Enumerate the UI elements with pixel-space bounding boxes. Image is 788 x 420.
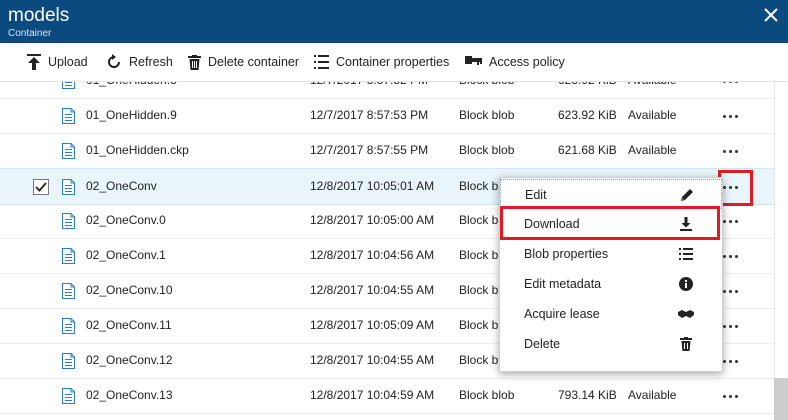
menu-item-blob-properties[interactable]: Blob properties [500, 239, 722, 269]
container-properties-label: Container properties [336, 55, 450, 69]
table-row[interactable]: 02_OneConv.13 12/8/2017 10:04:59 AM Bloc… [0, 378, 774, 414]
trash-icon [188, 54, 201, 70]
blob-modified: 12/7/2017 8:57:52 PM [310, 82, 450, 98]
handshake-icon [678, 310, 694, 318]
list-icon [679, 248, 693, 260]
file-icon [62, 388, 75, 404]
delete-container-button[interactable]: Delete container [188, 43, 299, 81]
access-policy-button[interactable]: Access policy [465, 43, 565, 81]
menu-item-label: Edit [525, 188, 547, 202]
blob-name: 01_OneHidden.8 [86, 82, 296, 98]
trash-icon [680, 337, 692, 351]
menu-item-acquire-lease[interactable]: Acquire lease [500, 299, 722, 329]
blob-type: Block blob [459, 82, 549, 98]
blob-type: Block blob [459, 388, 515, 402]
file-icon [62, 179, 75, 195]
file-icon [62, 82, 75, 89]
key-icon [465, 56, 482, 65]
menu-item-label: Edit metadata [524, 277, 602, 291]
blob-modified: 12/8/2017 10:05:01 AM [310, 179, 435, 193]
command-bar: Upload Refresh Delete container Containe… [0, 43, 788, 82]
file-icon [62, 143, 75, 159]
scrollbar-thumb[interactable] [774, 378, 788, 420]
menu-item-label: Download [524, 217, 580, 231]
delete-container-label: Delete container [208, 55, 300, 69]
menu-item-label: Acquire lease [524, 307, 600, 321]
refresh-button[interactable]: Refresh [106, 43, 173, 81]
blob-type: Block blob [459, 108, 515, 122]
more-actions-icon[interactable] [716, 98, 746, 133]
file-icon [62, 248, 75, 264]
blob-size: 623.92 KiB [558, 82, 628, 98]
pencil-icon [681, 189, 693, 201]
blob-modified: 12/8/2017 10:04:59 AM [310, 388, 435, 402]
menu-item-edit-metadata[interactable]: Edit metadata [500, 269, 722, 299]
info-icon [679, 277, 693, 291]
blob-state: Available [628, 108, 677, 122]
more-actions-icon[interactable] [716, 133, 746, 168]
more-actions-icon[interactable] [716, 378, 746, 413]
blob-name: 02_OneConv.13 [86, 388, 173, 402]
upload-icon [27, 54, 41, 70]
blob-modified: 12/7/2017 8:57:53 PM [310, 108, 429, 122]
file-icon [62, 213, 75, 229]
table-row[interactable]: 01_OneHidden.9 12/7/2017 8:57:53 PM Bloc… [0, 98, 774, 134]
more-actions-icon[interactable] [716, 82, 746, 98]
refresh-label: Refresh [129, 55, 173, 69]
close-icon[interactable] [764, 8, 778, 22]
blob-modified: 12/7/2017 8:57:55 PM [310, 143, 429, 157]
download-icon [680, 217, 692, 231]
blob-name: 02_OneConv.12 [86, 353, 173, 367]
blade-header: models Container [0, 0, 788, 43]
file-icon [62, 318, 75, 334]
blob-state: Available [628, 82, 708, 98]
blob-name: 01_OneHidden.ckp [86, 143, 189, 157]
blob-state: Available [628, 388, 677, 402]
menu-item-label: Delete [524, 337, 561, 351]
blob-type: Block blob [459, 143, 515, 157]
blob-name: 01_OneHidden.9 [86, 108, 177, 122]
list-icon [314, 55, 329, 69]
checkmark-icon [35, 182, 47, 192]
blob-modified: 12/8/2017 10:04:55 AM [310, 353, 435, 367]
page-title: models [8, 5, 70, 26]
blob-name: 02_OneConv.10 [86, 283, 173, 297]
table-row[interactable]: 01_OneHidden.ckp 12/7/2017 8:57:55 PM Bl… [0, 133, 774, 169]
menu-item-delete[interactable]: Delete [500, 329, 722, 359]
upload-label: Upload [48, 55, 88, 69]
blob-name: 02_OneConv.1 [86, 248, 166, 262]
refresh-icon [108, 54, 120, 68]
access-policy-label: Access policy [489, 55, 565, 69]
scrollbar-track [774, 82, 788, 378]
blob-name: 02_OneConv [86, 179, 157, 193]
container-properties-button[interactable]: Container properties [314, 43, 449, 81]
blob-modified: 12/8/2017 10:04:56 AM [310, 248, 435, 262]
file-icon [62, 353, 75, 369]
blob-modified: 12/8/2017 10:04:55 AM [310, 283, 435, 297]
file-icon [62, 108, 75, 124]
blob-modified: 12/8/2017 10:05:00 AM [310, 213, 435, 227]
row-checkbox[interactable] [33, 179, 49, 195]
blob-name: 02_OneConv.11 [86, 318, 172, 332]
table-row[interactable]: 01_OneHidden.8 12/7/2017 8:57:52 PM Bloc… [0, 82, 774, 99]
blob-size: 621.68 KiB [558, 143, 617, 157]
file-icon [62, 283, 75, 299]
blob-name: 02_OneConv.0 [86, 213, 166, 227]
vertical-scrollbar[interactable] [774, 82, 788, 420]
blob-size: 623.92 KiB [558, 108, 617, 122]
upload-button[interactable]: Upload [27, 43, 88, 81]
blob-size: 793.14 KiB [558, 388, 617, 402]
menu-item-edit[interactable]: Edit [500, 179, 722, 209]
menu-item-download[interactable]: Download [500, 209, 722, 239]
menu-item-label: Blob properties [524, 247, 609, 261]
blob-state: Available [628, 143, 677, 157]
page-subtitle: Container [8, 28, 52, 39]
context-menu: Edit Download Blob properties Edit metad… [499, 177, 723, 372]
blob-modified: 12/8/2017 10:05:09 AM [310, 318, 435, 332]
